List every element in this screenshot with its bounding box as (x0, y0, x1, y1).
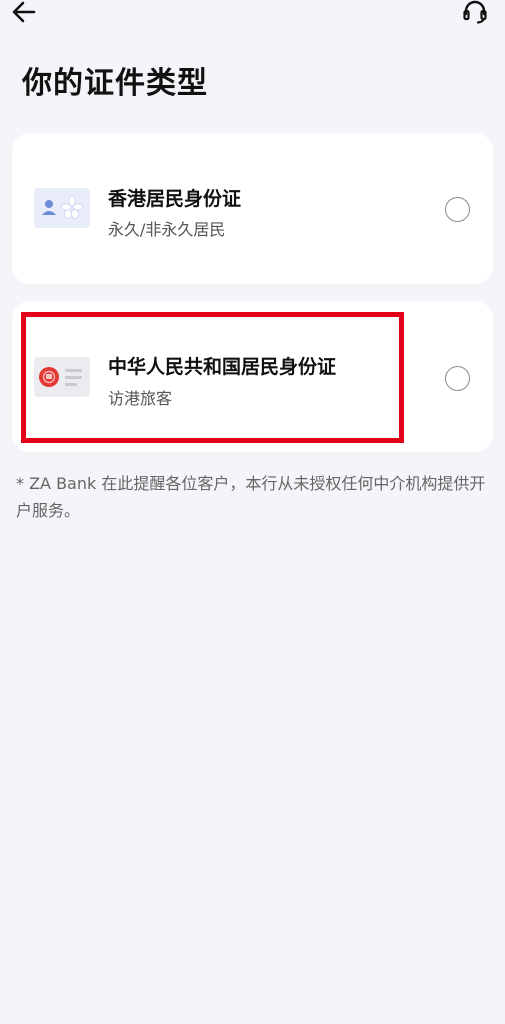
top-bar (0, 0, 505, 30)
disclaimer-text: * ZA Bank 在此提醒各位客户，本行从未授权任何中介机构提供开户服务。 (16, 474, 486, 520)
page-title: 你的证件类型 (22, 66, 208, 101)
option-hk-id-card[interactable]: 香港居民身份证 永久/非永久居民 (12, 133, 493, 284)
option-prc-id-card[interactable]: 中华人民共和国居民身份证 访港旅客 (12, 301, 493, 452)
hk-id-card-icon (34, 188, 90, 228)
radio-button[interactable] (445, 366, 470, 391)
customer-support-button[interactable] (461, 0, 489, 26)
back-button[interactable] (10, 0, 38, 26)
option-subtitle: 访港旅客 (108, 389, 173, 408)
prc-id-card-icon (34, 357, 90, 397)
option-subtitle: 永久/非永久居民 (108, 220, 226, 239)
headset-icon (463, 0, 487, 24)
option-title: 中华人民共和国居民身份证 (108, 356, 337, 378)
option-title: 香港居民身份证 (108, 188, 242, 210)
arrow-left-icon (12, 1, 36, 23)
radio-button[interactable] (445, 197, 470, 222)
